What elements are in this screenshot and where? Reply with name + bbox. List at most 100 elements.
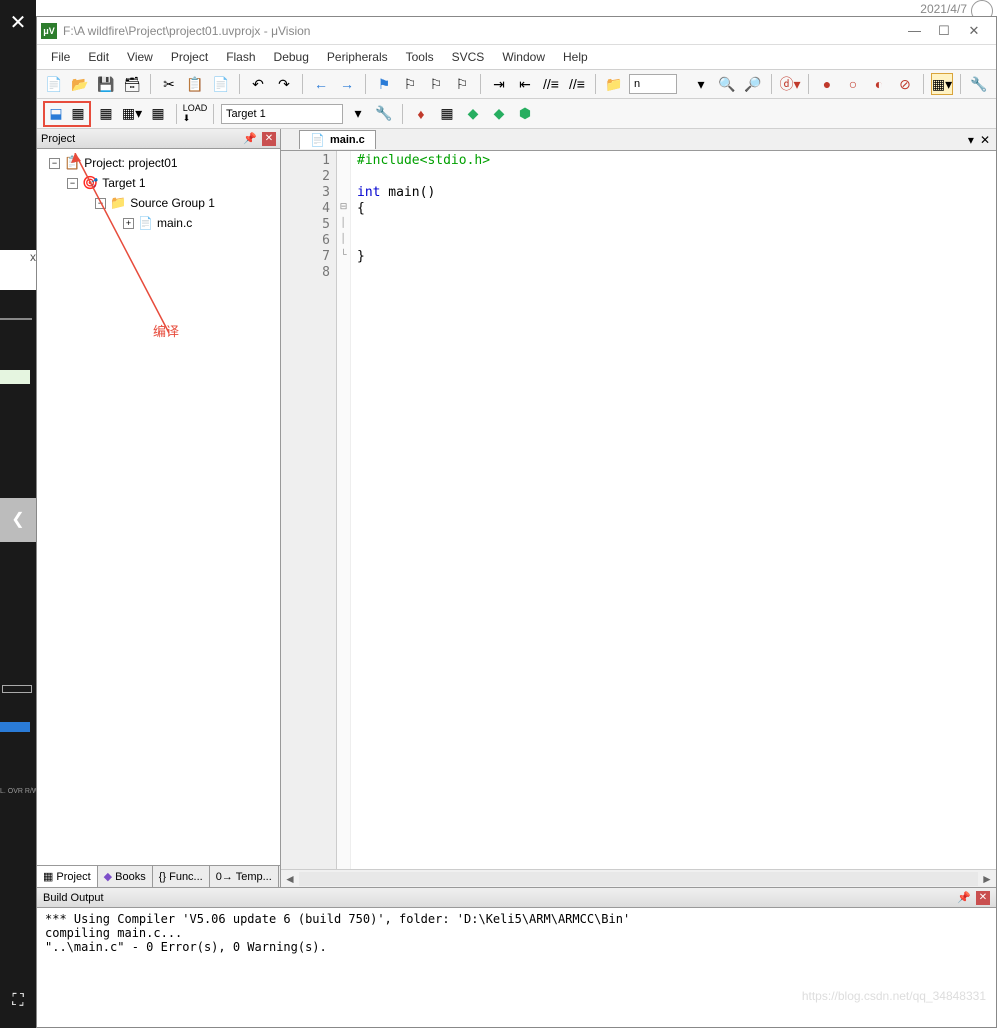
select-packs-icon[interactable]: ◆ [488,103,510,125]
code-editor[interactable]: 12345678 ⊟││└ #include<stdio.h> int main… [281,151,996,869]
indent-icon[interactable]: ⇥ [488,73,510,95]
translate-icon[interactable]: ⬓ [45,103,67,125]
tab-project[interactable]: ▦Project [37,866,98,887]
titlebar: μV F:\A wildfire\Project\project01.uvpro… [37,17,996,45]
annotation-label: 编译 [153,321,179,340]
bookmark-next-icon[interactable]: ⚐ [425,73,447,95]
tree-label: Project: project01 [84,156,177,170]
bookmark-clear-icon[interactable]: ⚐ [451,73,473,95]
menu-debug[interactable]: Debug [266,48,317,66]
panel-close-icon[interactable]: ✕ [976,891,990,905]
bookmark-icon[interactable]: ⚑ [373,73,395,95]
bookmark-prev-icon[interactable]: ⚐ [399,73,421,95]
tab-functions[interactable]: {} Func... [153,866,210,887]
tree-project-root[interactable]: − 📋 Project: project01 [41,153,276,173]
open-file-icon[interactable]: 📂 [69,73,91,95]
menu-view[interactable]: View [119,48,161,66]
debug-icon[interactable]: ⓓ▾ [779,73,801,95]
build-icon[interactable]: ▦ [67,103,89,125]
redo-icon[interactable]: ↷ [273,73,295,95]
menu-window[interactable]: Window [494,48,553,66]
breakpoint-disable-icon[interactable]: ◐ [868,73,890,95]
multi-project-icon[interactable]: ▦ [436,103,458,125]
expander-icon[interactable]: − [67,178,78,189]
close-button[interactable]: ✕ [968,23,980,39]
undo-icon[interactable]: ↶ [247,73,269,95]
save-icon[interactable]: 💾 [95,73,117,95]
host-left-arrow[interactable]: ❮ [0,498,36,542]
ghost-blue [0,722,30,732]
stop-build-icon[interactable]: ▦ [147,103,169,125]
maximize-button[interactable]: ☐ [938,23,950,39]
tab-books[interactable]: ◆Books [98,866,153,887]
minimize-button[interactable]: — [908,23,920,39]
tree-target[interactable]: − 🎯 Target 1 [41,173,276,193]
pin-icon[interactable]: 📌 [954,891,974,904]
menu-file[interactable]: File [43,48,78,66]
download-icon[interactable]: LOAD⬇ [184,103,206,125]
target-dropdown-icon[interactable]: ▾ [347,103,369,125]
editor-tab-main[interactable]: 📄 main.c [299,130,376,149]
panel-close-icon[interactable]: ✕ [262,132,276,146]
scroll-left-icon[interactable]: ◄ [281,872,299,886]
find-dropdown-icon[interactable]: ▾ [690,73,712,95]
scroll-track[interactable] [299,872,978,886]
tab-close-icon[interactable]: ✕ [980,133,990,147]
build-output-panel: Build Output 📌 ✕ *** Using Compiler 'V5.… [37,887,996,1027]
horizontal-scrollbar[interactable]: ◄ ► [281,869,996,887]
host-close-icon[interactable]: ✕ [0,0,36,35]
code-text[interactable]: #include<stdio.h> int main() { } [351,151,996,869]
menu-project[interactable]: Project [163,48,216,66]
manage-rte-icon[interactable]: ◆ [462,103,484,125]
scroll-right-icon[interactable]: ► [978,872,996,886]
expander-icon[interactable]: − [95,198,106,209]
uncomment-icon[interactable]: //≡ [566,73,588,95]
batch-build-icon[interactable]: ▦▾ [121,103,143,125]
nav-back-icon[interactable]: ← [310,73,332,95]
search-doc-icon[interactable]: 🔍 [716,73,738,95]
fullscreen-icon[interactable]: ⛶ [0,992,36,1028]
project-tree[interactable]: − 📋 Project: project01 − 🎯 Target 1 − 📁 … [37,149,280,865]
menu-edit[interactable]: Edit [80,48,117,66]
menu-help[interactable]: Help [555,48,596,66]
breakpoint-enable-icon[interactable]: ○ [842,73,864,95]
window-layout-icon[interactable]: ▦▾ [931,73,953,95]
ghost-status: L. OVR R/W [0,788,39,795]
find-input[interactable]: n [629,74,677,94]
copy-icon[interactable]: 📋 [184,73,206,95]
breakpoint-insert-icon[interactable]: ● [816,73,838,95]
options-icon[interactable]: 🔧 [373,103,395,125]
menu-svcs[interactable]: SVCS [444,48,493,66]
outdent-icon[interactable]: ⇤ [514,73,536,95]
rebuild-icon[interactable]: ▦ [95,103,117,125]
tab-dropdown-icon[interactable]: ▾ [968,133,974,147]
fold-column[interactable]: ⊟││└ [337,151,351,869]
pack-installer-icon[interactable]: ⬢ [514,103,536,125]
watermark-text: https://blog.csdn.net/qq_34848331 [802,989,986,1003]
comment-icon[interactable]: //≡ [540,73,562,95]
uvision-window: μV F:\A wildfire\Project\project01.uvpro… [36,16,997,1028]
fold-icon[interactable]: ⊟ [337,201,350,217]
menu-peripherals[interactable]: Peripherals [319,48,396,66]
new-file-icon[interactable]: 📄 [43,73,65,95]
tab-templates[interactable]: 0→ Temp... [210,866,279,887]
pin-icon[interactable]: 📌 [240,132,260,145]
menu-flash[interactable]: Flash [218,48,263,66]
search-proj-icon[interactable]: 🔎 [742,73,764,95]
menu-tools[interactable]: Tools [398,48,442,66]
build-output-text[interactable]: *** Using Compiler 'V5.06 update 6 (buil… [37,908,996,1027]
find-folder-icon[interactable]: 📁 [603,73,625,95]
expander-icon[interactable]: − [49,158,60,169]
nav-fwd-icon[interactable]: → [336,73,358,95]
save-all-icon[interactable]: 🗃 [121,73,143,95]
cut-icon[interactable]: ✂ [158,73,180,95]
tree-file[interactable]: + 📄 main.c [41,213,276,233]
target-select[interactable]: Target 1 [221,104,343,124]
configure-icon[interactable]: 🔧 [968,73,990,95]
breakpoint-kill-icon[interactable]: ⊘ [894,73,916,95]
tree-group[interactable]: − 📁 Source Group 1 [41,193,276,213]
menubar[interactable]: File Edit View Project Flash Debug Perip… [37,45,996,69]
expander-icon[interactable]: + [123,218,134,229]
manage-project-icon[interactable]: ♦ [410,103,432,125]
paste-icon[interactable]: 📄 [210,73,232,95]
